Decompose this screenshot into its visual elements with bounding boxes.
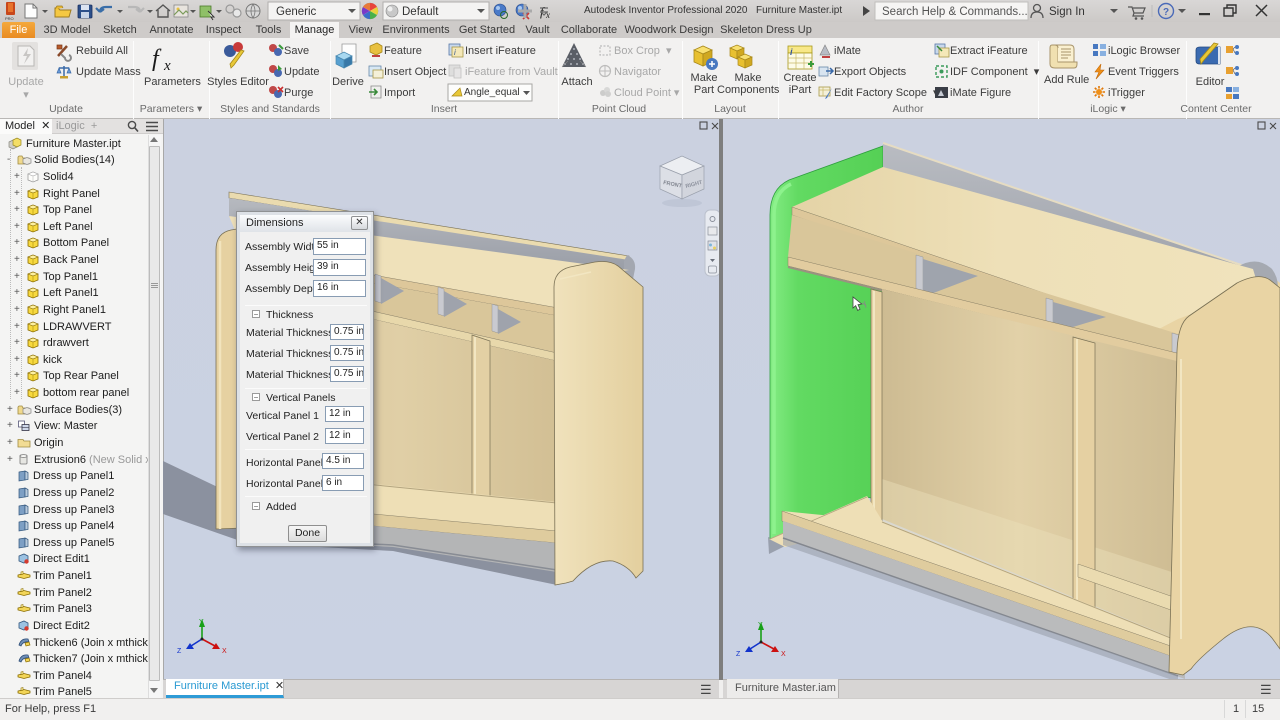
svg-text:Sign In: Sign In <box>1049 6 1085 18</box>
svg-text:Generic: Generic <box>276 6 317 18</box>
svg-text:PRO: PRO <box>5 16 14 21</box>
svg-text:Y: Y <box>758 622 763 629</box>
svg-text:x: x <box>163 58 171 74</box>
svg-text:i: i <box>454 48 456 57</box>
svg-text:?: ? <box>1163 7 1169 18</box>
svg-text:X: X <box>781 651 786 658</box>
svg-text:Angle_equal: Angle_equal <box>464 87 520 98</box>
svg-text:Z: Z <box>736 651 741 658</box>
svg-text:Search Help & Commands...: Search Help & Commands... <box>882 6 1028 18</box>
svg-text:Default: Default <box>402 6 439 18</box>
svg-text:Z: Z <box>177 648 182 655</box>
svg-text:X: X <box>222 648 227 655</box>
svg-text:Y: Y <box>199 619 204 626</box>
svg-text:f: f <box>152 46 162 72</box>
